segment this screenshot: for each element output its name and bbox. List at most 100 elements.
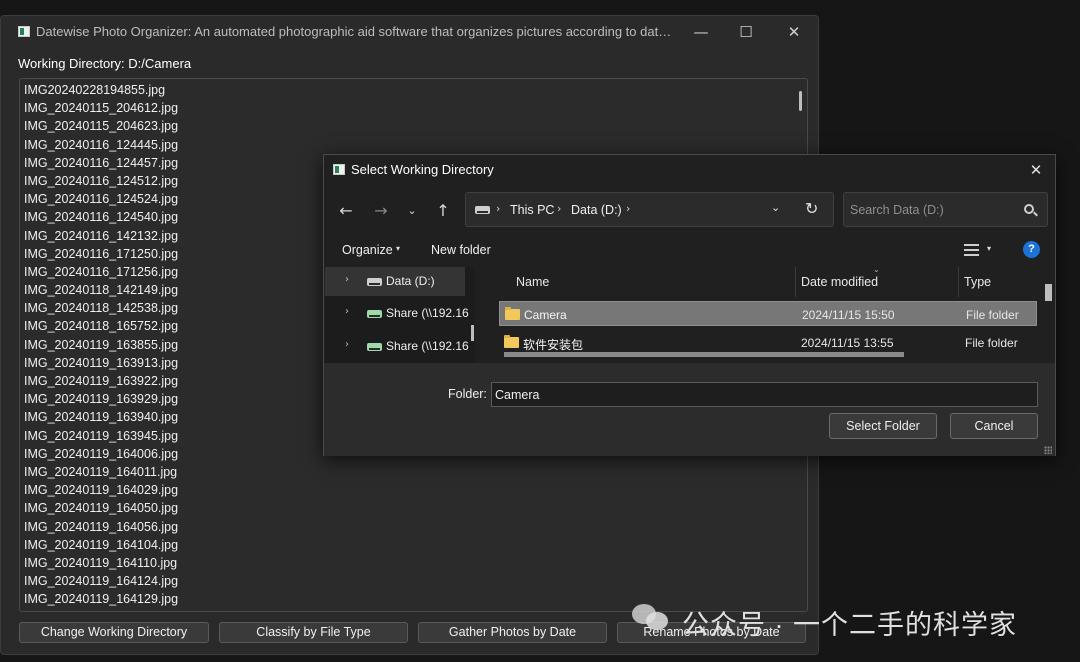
network-drive-icon bbox=[367, 310, 382, 318]
window-title: Datewise Photo Organizer: An automated p… bbox=[36, 24, 676, 39]
working-directory-label: Working Directory: D:/Camera bbox=[18, 56, 192, 71]
classify-by-file-type-button[interactable]: Classify by File Type bbox=[219, 622, 408, 643]
app-icon bbox=[18, 26, 30, 37]
folder-icon bbox=[505, 307, 520, 320]
list-item[interactable]: IMG_20240119_163940.jpg bbox=[24, 408, 178, 426]
dialog-close-button[interactable]: ✕ bbox=[1024, 159, 1048, 181]
back-button[interactable]: ← bbox=[334, 199, 358, 223]
folder-content-pane[interactable]: Name ⌄ Date modified Type Camera 2024/11… bbox=[483, 267, 1055, 363]
title-bar[interactable]: Datewise Photo Organizer: An automated p… bbox=[1, 16, 818, 48]
maximize-button[interactable]: ☐ bbox=[723, 20, 769, 44]
address-dropdown-icon[interactable]: ⌄ bbox=[771, 201, 780, 214]
list-item[interactable]: IMG_20240116_124540.jpg bbox=[24, 208, 178, 226]
folder-name: 软件安装包 bbox=[523, 338, 584, 352]
folder-date: 2024/11/15 13:55 bbox=[801, 336, 894, 350]
list-item[interactable]: IMG_20240119_164110.jpg bbox=[24, 554, 178, 572]
list-item[interactable]: IMG_20240119_164006.jpg bbox=[24, 445, 178, 463]
list-item[interactable]: IMG_20240116_124457.jpg bbox=[24, 154, 178, 172]
nav-item-label: Share (\\192.16 bbox=[386, 306, 469, 320]
organize-menu[interactable]: Organize bbox=[342, 243, 393, 257]
list-item[interactable]: IMG_20240116_171256.jpg bbox=[24, 263, 178, 281]
wechat-logo-icon bbox=[632, 602, 672, 634]
forward-button[interactable]: → bbox=[369, 199, 393, 223]
list-item[interactable]: IMG_20240116_142132.jpg bbox=[24, 227, 178, 245]
list-item[interactable]: IMG_20240119_164104.jpg bbox=[24, 536, 178, 554]
dialog-app-icon bbox=[333, 164, 345, 175]
list-item[interactable]: IMG_20240116_124512.jpg bbox=[24, 172, 178, 190]
list-item[interactable]: IMG_20240119_164124.jpg bbox=[24, 572, 178, 590]
minimize-button[interactable]: — bbox=[678, 20, 724, 44]
breadcrumb-data-d[interactable]: Data (D:) bbox=[571, 203, 622, 217]
list-item[interactable]: IMG_20240119_163945.jpg bbox=[24, 427, 178, 445]
list-item[interactable]: IMG_20240118_142538.jpg bbox=[24, 299, 178, 317]
list-item[interactable]: IMG_20240116_171250.jpg bbox=[24, 245, 178, 263]
folder-row-camera[interactable]: Camera 2024/11/15 15:50 File folder bbox=[499, 301, 1037, 326]
dialog-title: Select Working Directory bbox=[351, 162, 494, 177]
navigation-pane[interactable]: › Data (D:) › Share (\\192.16 › Share (\… bbox=[325, 267, 475, 363]
recent-locations-button[interactable]: ⌄ bbox=[400, 199, 424, 223]
nav-item-label: Data (D:) bbox=[386, 274, 435, 288]
list-item[interactable]: IMG_20240119_164056.jpg bbox=[24, 518, 178, 536]
breadcrumb-separator: › bbox=[496, 202, 501, 215]
list-item[interactable]: IMG_20240119_163913.jpg bbox=[24, 354, 178, 372]
list-item[interactable]: IMG_20240115_204623.jpg bbox=[24, 117, 178, 135]
list-item[interactable]: IMG_20240118_142149.jpg bbox=[24, 281, 178, 299]
content-horizontal-scrollbar[interactable] bbox=[504, 352, 904, 357]
list-item[interactable]: IMG_20240116_124524.jpg bbox=[24, 190, 178, 208]
search-icon[interactable] bbox=[1024, 204, 1034, 214]
list-item[interactable]: IMG_20240119_163922.jpg bbox=[24, 372, 178, 390]
column-header-date[interactable]: Date modified bbox=[801, 275, 878, 289]
list-item[interactable]: IMG_20240118_165752.jpg bbox=[24, 317, 178, 335]
nav-item-data-d[interactable]: › Data (D:) bbox=[325, 267, 465, 296]
dialog-footer: Folder: Select Folder Cancel bbox=[324, 363, 1055, 456]
folder-type: File folder bbox=[966, 308, 1019, 322]
up-button[interactable]: ↑ bbox=[431, 199, 455, 223]
list-item[interactable]: IMG_20240119_163855.jpg bbox=[24, 336, 178, 354]
list-item[interactable]: IMG_20240119_163929.jpg bbox=[24, 390, 178, 408]
folder-label: Folder: bbox=[448, 387, 487, 401]
file-list-rows: IMG20240228194855.jpg IMG_20240115_204612… bbox=[24, 81, 178, 608]
watermark-text: 公众号 · 一个二手的科学家 bbox=[682, 610, 1017, 640]
list-item[interactable]: IMG_20240119_164129.jpg bbox=[24, 590, 178, 608]
refresh-icon[interactable]: ↻ bbox=[805, 199, 818, 218]
select-folder-button[interactable]: Select Folder bbox=[829, 413, 937, 439]
gather-photos-by-date-button[interactable]: Gather Photos by Date bbox=[418, 622, 607, 643]
help-icon[interactable]: ? bbox=[1023, 241, 1040, 258]
breadcrumb-this-pc[interactable]: This PC bbox=[510, 203, 554, 217]
change-working-directory-button[interactable]: Change Working Directory bbox=[19, 622, 209, 643]
column-divider[interactable] bbox=[958, 267, 959, 297]
list-item[interactable]: IMG20240228194855.jpg bbox=[24, 81, 178, 99]
breadcrumb-separator: › bbox=[626, 202, 631, 215]
select-directory-dialog: Select Working Directory ✕ ← → ⌄ ↑ › Thi… bbox=[323, 154, 1056, 456]
chevron-right-icon[interactable]: › bbox=[345, 306, 349, 317]
search-input[interactable]: Search Data (D:) bbox=[843, 192, 1048, 227]
drive-icon bbox=[475, 206, 490, 214]
nav-item-share-2[interactable]: › Share (\\192.16 bbox=[325, 332, 469, 361]
navigation-pane-scrollbar[interactable] bbox=[471, 325, 474, 341]
chevron-right-icon[interactable]: › bbox=[345, 339, 349, 350]
address-bar[interactable]: › This PC › Data (D:) › ⌄ ↻ bbox=[465, 192, 834, 227]
chevron-right-icon[interactable]: › bbox=[345, 274, 349, 285]
column-header-name[interactable]: Name bbox=[516, 275, 549, 289]
column-header-type[interactable]: Type bbox=[964, 275, 991, 289]
cancel-button[interactable]: Cancel bbox=[950, 413, 1038, 439]
column-divider[interactable] bbox=[795, 267, 796, 297]
folder-date: 2024/11/15 15:50 bbox=[802, 308, 895, 322]
folder-name: Camera bbox=[524, 308, 567, 322]
file-list-scrollbar[interactable] bbox=[799, 91, 802, 111]
view-options-icon[interactable] bbox=[964, 244, 979, 256]
folder-field[interactable] bbox=[491, 382, 1038, 407]
list-item[interactable]: IMG_20240119_164050.jpg bbox=[24, 499, 178, 517]
new-folder-button[interactable]: New folder bbox=[431, 243, 491, 257]
list-item[interactable]: IMG_20240115_204612.jpg bbox=[24, 99, 178, 117]
chevron-down-icon[interactable]: ▾ bbox=[987, 244, 991, 253]
list-item[interactable]: IMG_20240119_164029.jpg bbox=[24, 481, 178, 499]
resize-grip-icon[interactable] bbox=[1044, 446, 1052, 454]
list-item[interactable]: IMG_20240116_124445.jpg bbox=[24, 136, 178, 154]
content-vertical-scrollbar[interactable] bbox=[1045, 284, 1052, 301]
list-item[interactable]: IMG_20240119_164011.jpg bbox=[24, 463, 178, 481]
folder-type: File folder bbox=[965, 336, 1018, 350]
chevron-down-icon[interactable]: ▾ bbox=[396, 244, 400, 253]
close-button[interactable]: ✕ bbox=[771, 20, 817, 44]
nav-item-share-1[interactable]: › Share (\\192.16 bbox=[325, 299, 469, 328]
